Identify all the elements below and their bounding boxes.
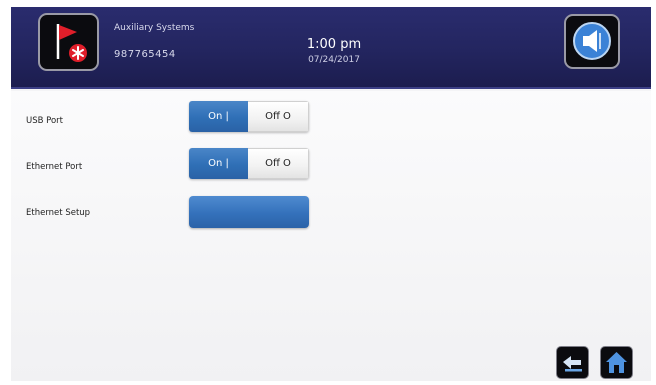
ethernet-port-label: Ethernet Port [26, 162, 83, 172]
back-button[interactable] [556, 346, 589, 379]
usb-port-off-option[interactable]: Off O [248, 101, 309, 132]
usb-port-toggle[interactable]: On | Off O [189, 101, 309, 132]
usb-port-on-option[interactable]: On | [189, 101, 248, 132]
ethernet-port-toggle[interactable]: On | Off O [189, 148, 309, 179]
ethernet-setup-button[interactable] [189, 196, 309, 228]
ethernet-port-off-option[interactable]: Off O [248, 148, 309, 179]
flag-alarm-icon [38, 13, 99, 71]
settings-panel: USB Port On | Off O Ethernet Port On | O… [11, 91, 651, 381]
usb-port-label: USB Port [26, 116, 64, 126]
screen: Auxiliary Systems 987765454 1:00 pm 07/2… [11, 7, 651, 381]
system-name: Auxiliary Systems [114, 23, 195, 33]
ethernet-setup-label: Ethernet Setup [26, 208, 91, 218]
speaker-icon [573, 22, 611, 60]
sound-button[interactable] [564, 14, 620, 69]
back-arrow-icon [563, 356, 582, 372]
unit-id: 987765454 [114, 49, 176, 60]
home-icon [606, 352, 627, 373]
clock-time: 1:00 pm [306, 37, 362, 52]
home-button[interactable] [600, 346, 633, 379]
clock-date: 07/24/2017 [308, 55, 360, 65]
header-bar: Auxiliary Systems 987765454 1:00 pm 07/2… [11, 7, 651, 89]
ethernet-port-on-option[interactable]: On | [189, 148, 248, 179]
